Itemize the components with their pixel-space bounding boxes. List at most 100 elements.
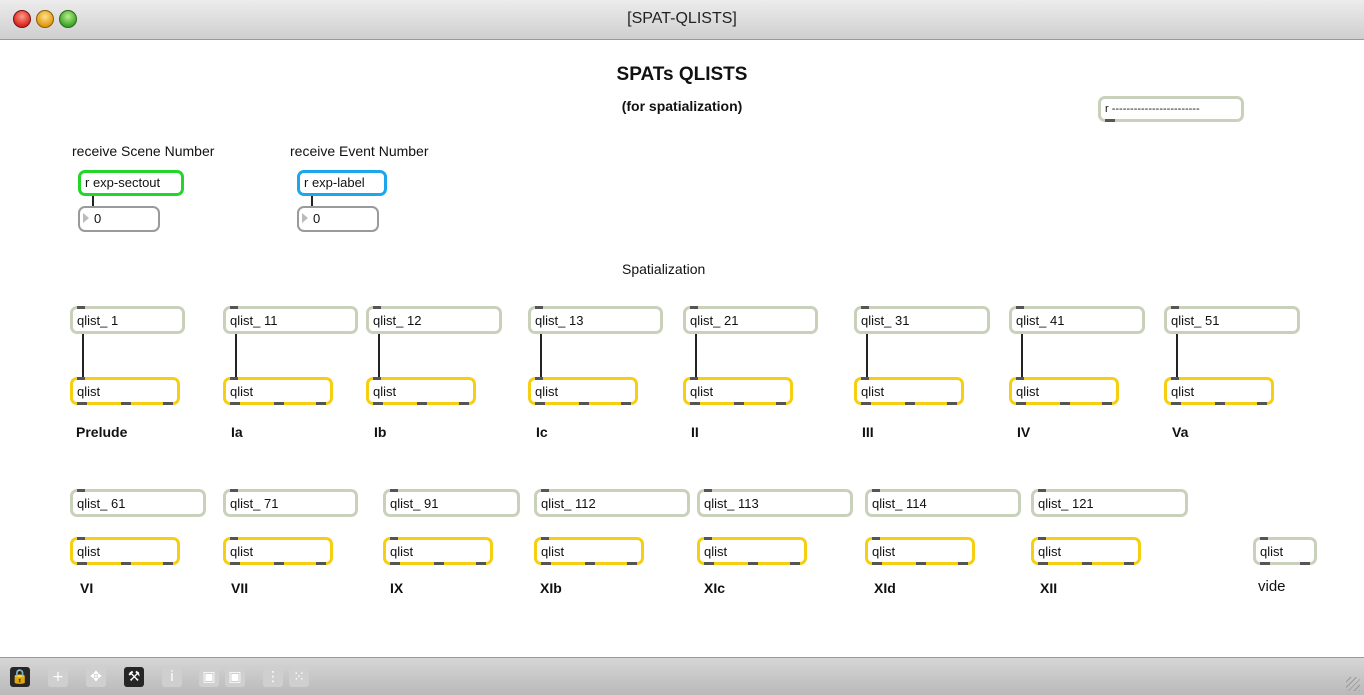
inlet[interactable] — [230, 306, 238, 309]
inlet[interactable] — [230, 537, 238, 540]
inlet[interactable] — [704, 489, 712, 492]
outlet[interactable] — [916, 562, 926, 565]
inlet[interactable] — [861, 377, 869, 380]
inlet[interactable] — [390, 537, 398, 540]
outlet[interactable] — [579, 402, 589, 405]
outlet[interactable] — [704, 562, 714, 565]
outlet[interactable] — [476, 562, 486, 565]
inlet[interactable] — [230, 377, 238, 380]
inspector-button[interactable]: i — [162, 667, 182, 687]
presentation-button[interactable]: ⚒ — [124, 667, 144, 687]
outlet[interactable] — [163, 562, 173, 565]
outlet[interactable] — [316, 402, 326, 405]
outlet[interactable] — [905, 402, 915, 405]
outlet[interactable] — [373, 402, 383, 405]
qlist-object[interactable]: qlist — [534, 537, 644, 565]
inlet[interactable] — [77, 537, 85, 540]
outlet[interactable] — [541, 562, 551, 565]
outlet[interactable] — [1260, 562, 1270, 565]
inlet[interactable] — [1260, 537, 1268, 540]
outlet[interactable] — [627, 562, 637, 565]
qlist-message-box[interactable]: qlist_ 1 — [70, 306, 185, 334]
move-button[interactable]: ✥ — [86, 667, 106, 687]
qlist-message-box[interactable]: qlist_ 61 — [70, 489, 206, 517]
qlist-message-box[interactable]: qlist_ 71 — [223, 489, 358, 517]
qlist-object[interactable]: qlist — [528, 377, 638, 405]
qlist-message-box[interactable]: qlist_ 13 — [528, 306, 663, 334]
send-back-button[interactable]: ▣ — [225, 667, 245, 687]
qlist-object[interactable]: qlist — [1009, 377, 1119, 405]
outlet[interactable] — [459, 402, 469, 405]
outlet[interactable] — [958, 562, 968, 565]
inlet[interactable] — [872, 537, 880, 540]
grid-button[interactable]: ⋮ — [263, 667, 283, 687]
outlet[interactable] — [790, 562, 800, 565]
inlet[interactable] — [1016, 306, 1024, 309]
outlet[interactable] — [734, 402, 744, 405]
qlist-object[interactable]: qlist — [366, 377, 476, 405]
outlet[interactable] — [1257, 402, 1267, 405]
outlet[interactable] — [1124, 562, 1134, 565]
receive-scene-object[interactable]: r exp-sectout — [78, 170, 184, 196]
outlet[interactable] — [230, 402, 240, 405]
qlist-object[interactable]: qlist — [683, 377, 793, 405]
outlet[interactable] — [434, 562, 444, 565]
qlist-object[interactable]: qlist — [1031, 537, 1141, 565]
receive-object-top-right[interactable]: r ------------------------ — [1098, 96, 1244, 122]
outlet[interactable] — [947, 402, 957, 405]
lock-button[interactable]: 🔒 — [10, 667, 30, 687]
qlist-message-box[interactable]: qlist_ 12 — [366, 306, 502, 334]
outlet[interactable] — [690, 402, 700, 405]
qlist-message-box[interactable]: qlist_ 112 — [534, 489, 690, 517]
qlist-message-box[interactable]: qlist_ 121 — [1031, 489, 1188, 517]
inlet[interactable] — [77, 306, 85, 309]
outlet[interactable] — [274, 562, 284, 565]
bring-front-button[interactable]: ▣ — [199, 667, 219, 687]
receive-event-object[interactable]: r exp-label — [297, 170, 387, 196]
outlet[interactable] — [316, 562, 326, 565]
inlet[interactable] — [535, 377, 543, 380]
outlet[interactable] — [390, 562, 400, 565]
qlist-object[interactable]: qlist — [223, 377, 333, 405]
outlet[interactable] — [1102, 402, 1112, 405]
outlet[interactable] — [1105, 119, 1115, 122]
qlist-message-box[interactable]: qlist_ 113 — [697, 489, 853, 517]
resize-grip-icon[interactable] — [1346, 677, 1360, 691]
qlist-message-box[interactable]: qlist_ 21 — [683, 306, 818, 334]
scene-number-box[interactable]: 0 — [78, 206, 160, 232]
outlet[interactable] — [1215, 402, 1225, 405]
inlet[interactable] — [390, 489, 398, 492]
outlet[interactable] — [230, 562, 240, 565]
inlet[interactable] — [1038, 537, 1046, 540]
inlet[interactable] — [1038, 489, 1046, 492]
outlet[interactable] — [776, 402, 786, 405]
qlist-object[interactable]: qlist — [1164, 377, 1274, 405]
outlet[interactable] — [1082, 562, 1092, 565]
add-object-button[interactable]: + — [48, 667, 68, 687]
outlet[interactable] — [77, 562, 87, 565]
inlet[interactable] — [535, 306, 543, 309]
inlet[interactable] — [861, 306, 869, 309]
outlet[interactable] — [1060, 402, 1070, 405]
inlet[interactable] — [373, 306, 381, 309]
inlet[interactable] — [704, 537, 712, 540]
outlet[interactable] — [872, 562, 882, 565]
outlet[interactable] — [121, 562, 131, 565]
outlet[interactable] — [535, 402, 545, 405]
outlet[interactable] — [163, 402, 173, 405]
inlet[interactable] — [1171, 306, 1179, 309]
inlet[interactable] — [541, 489, 549, 492]
qlist-object[interactable]: qlist — [383, 537, 493, 565]
qlist-object[interactable]: qlist — [865, 537, 975, 565]
inlet[interactable] — [373, 377, 381, 380]
qlist-message-box[interactable]: qlist_ 11 — [223, 306, 358, 334]
outlet[interactable] — [585, 562, 595, 565]
outlet[interactable] — [274, 402, 284, 405]
inlet[interactable] — [541, 537, 549, 540]
outlet[interactable] — [77, 402, 87, 405]
outlet[interactable] — [748, 562, 758, 565]
snap-grid-button[interactable]: ⁙ — [289, 667, 309, 687]
inlet[interactable] — [230, 489, 238, 492]
inlet[interactable] — [1016, 377, 1024, 380]
outlet[interactable] — [121, 402, 131, 405]
